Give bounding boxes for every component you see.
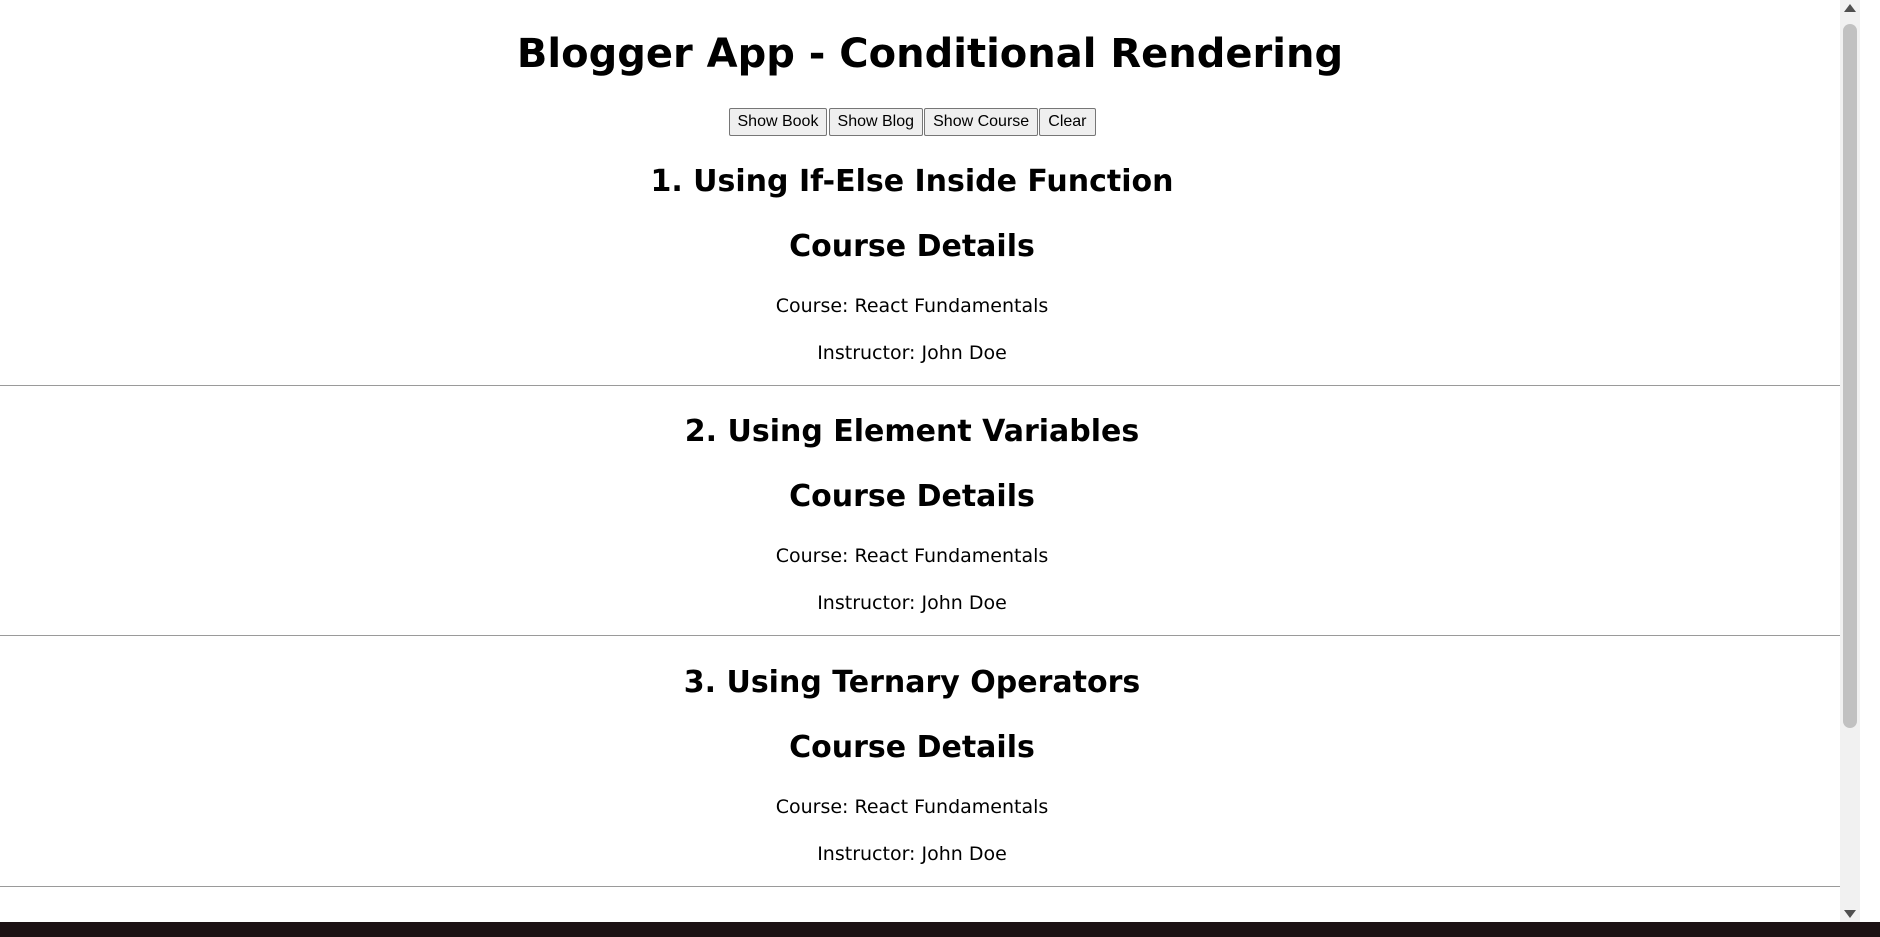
section-divider (0, 635, 1858, 636)
scroll-up-arrow-icon[interactable] (1844, 4, 1856, 12)
page-title: Blogger App - Conditional Rendering (516, 31, 1344, 77)
section-title: 1. Using If-Else Inside Function (650, 164, 1174, 199)
clear-button[interactable]: Clear (1039, 108, 1096, 136)
show-blog-button[interactable]: Show Blog (828, 108, 924, 136)
instructor-text: Instructor: John Doe (817, 592, 1007, 614)
section-divider (0, 385, 1858, 386)
section-divider (0, 886, 1858, 887)
os-taskbar (0, 922, 1880, 937)
course-details-heading: Course Details (789, 229, 1035, 264)
vertical-scrollbar[interactable] (1840, 0, 1860, 922)
show-book-button[interactable]: Show Book (728, 108, 828, 136)
page-viewport: Blogger App - Conditional Rendering Show… (0, 0, 1860, 922)
instructor-text: Instructor: John Doe (817, 843, 1007, 865)
scroll-down-arrow-icon[interactable] (1844, 910, 1856, 918)
section-title: 2. Using Element Variables (684, 414, 1140, 449)
scrollbar-thumb[interactable] (1843, 24, 1857, 728)
course-details-heading: Course Details (789, 730, 1035, 765)
course-details-heading: Course Details (789, 479, 1035, 514)
show-course-button[interactable]: Show Course (924, 108, 1039, 136)
button-toolbar: Show Book Show Blog Show Course Clear (0, 108, 1824, 136)
course-name-text: Course: React Fundamentals (775, 545, 1049, 567)
instructor-text: Instructor: John Doe (817, 342, 1007, 364)
course-name-text: Course: React Fundamentals (775, 796, 1049, 818)
course-name-text: Course: React Fundamentals (775, 295, 1049, 317)
section-title: 3. Using Ternary Operators (683, 665, 1141, 700)
